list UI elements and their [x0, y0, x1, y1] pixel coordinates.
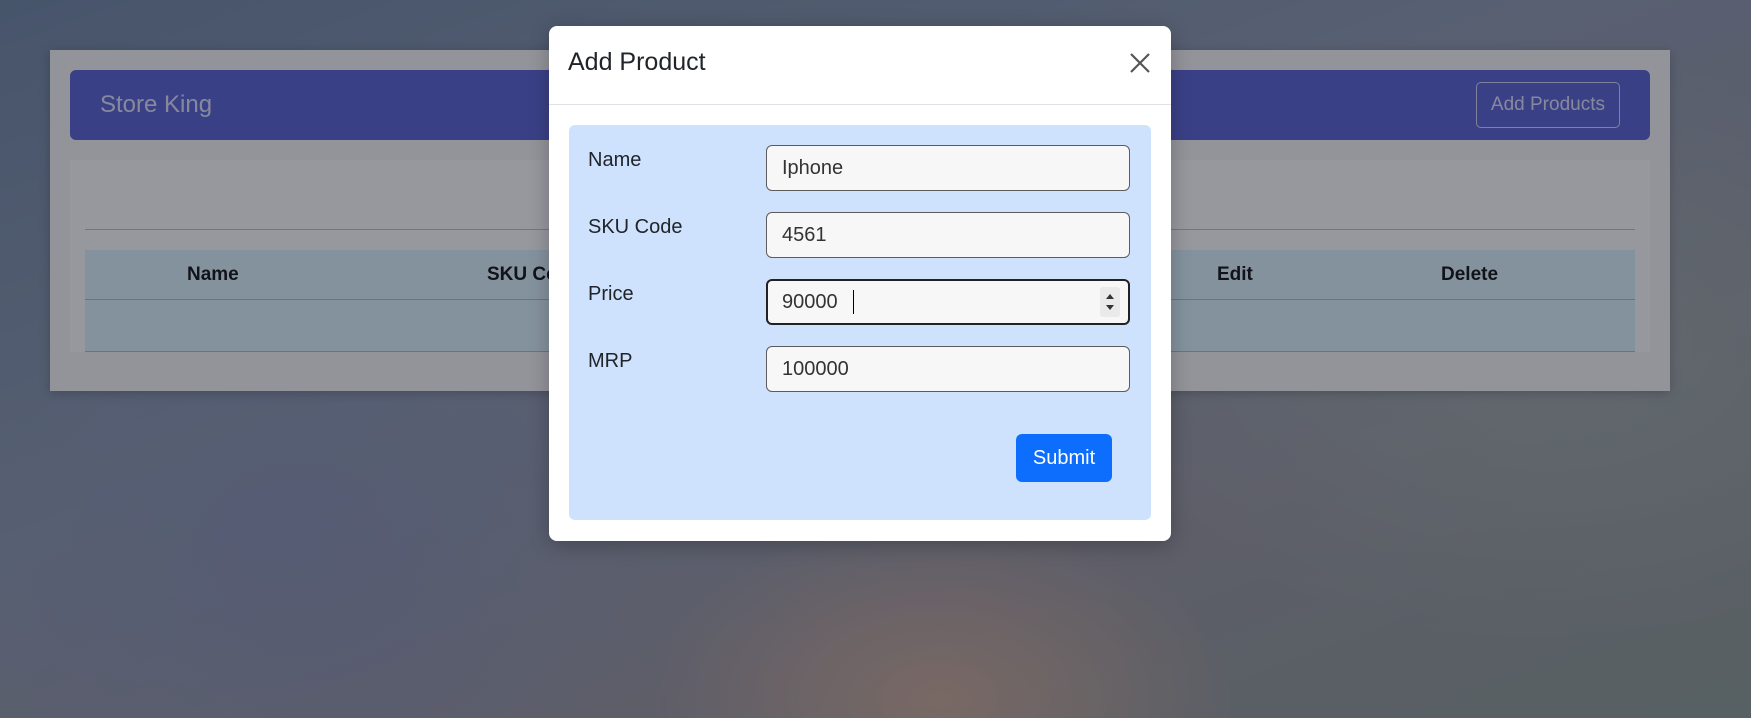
- modal-header: Add Product: [549, 26, 1171, 105]
- mrp-label: MRP: [588, 350, 633, 372]
- sku-code-field[interactable]: [766, 212, 1130, 258]
- mrp-field[interactable]: [766, 346, 1130, 392]
- price-stepper[interactable]: [1100, 287, 1120, 317]
- add-product-modal: Add Product Name SKU Code Price MRP Subm…: [549, 26, 1171, 541]
- name-label: Name: [588, 149, 642, 171]
- stepper-arrows-icon: [1106, 294, 1114, 310]
- price-label: Price: [588, 283, 634, 305]
- submit-button[interactable]: Submit: [1016, 434, 1112, 482]
- price-field[interactable]: [766, 279, 1130, 325]
- text-caret: [853, 290, 854, 314]
- name-field[interactable]: [766, 145, 1130, 191]
- close-icon[interactable]: [1125, 48, 1155, 78]
- product-form: Name SKU Code Price MRP Submit: [569, 125, 1151, 520]
- sku-code-label: SKU Code: [588, 216, 683, 238]
- modal-title: Add Product: [568, 48, 706, 76]
